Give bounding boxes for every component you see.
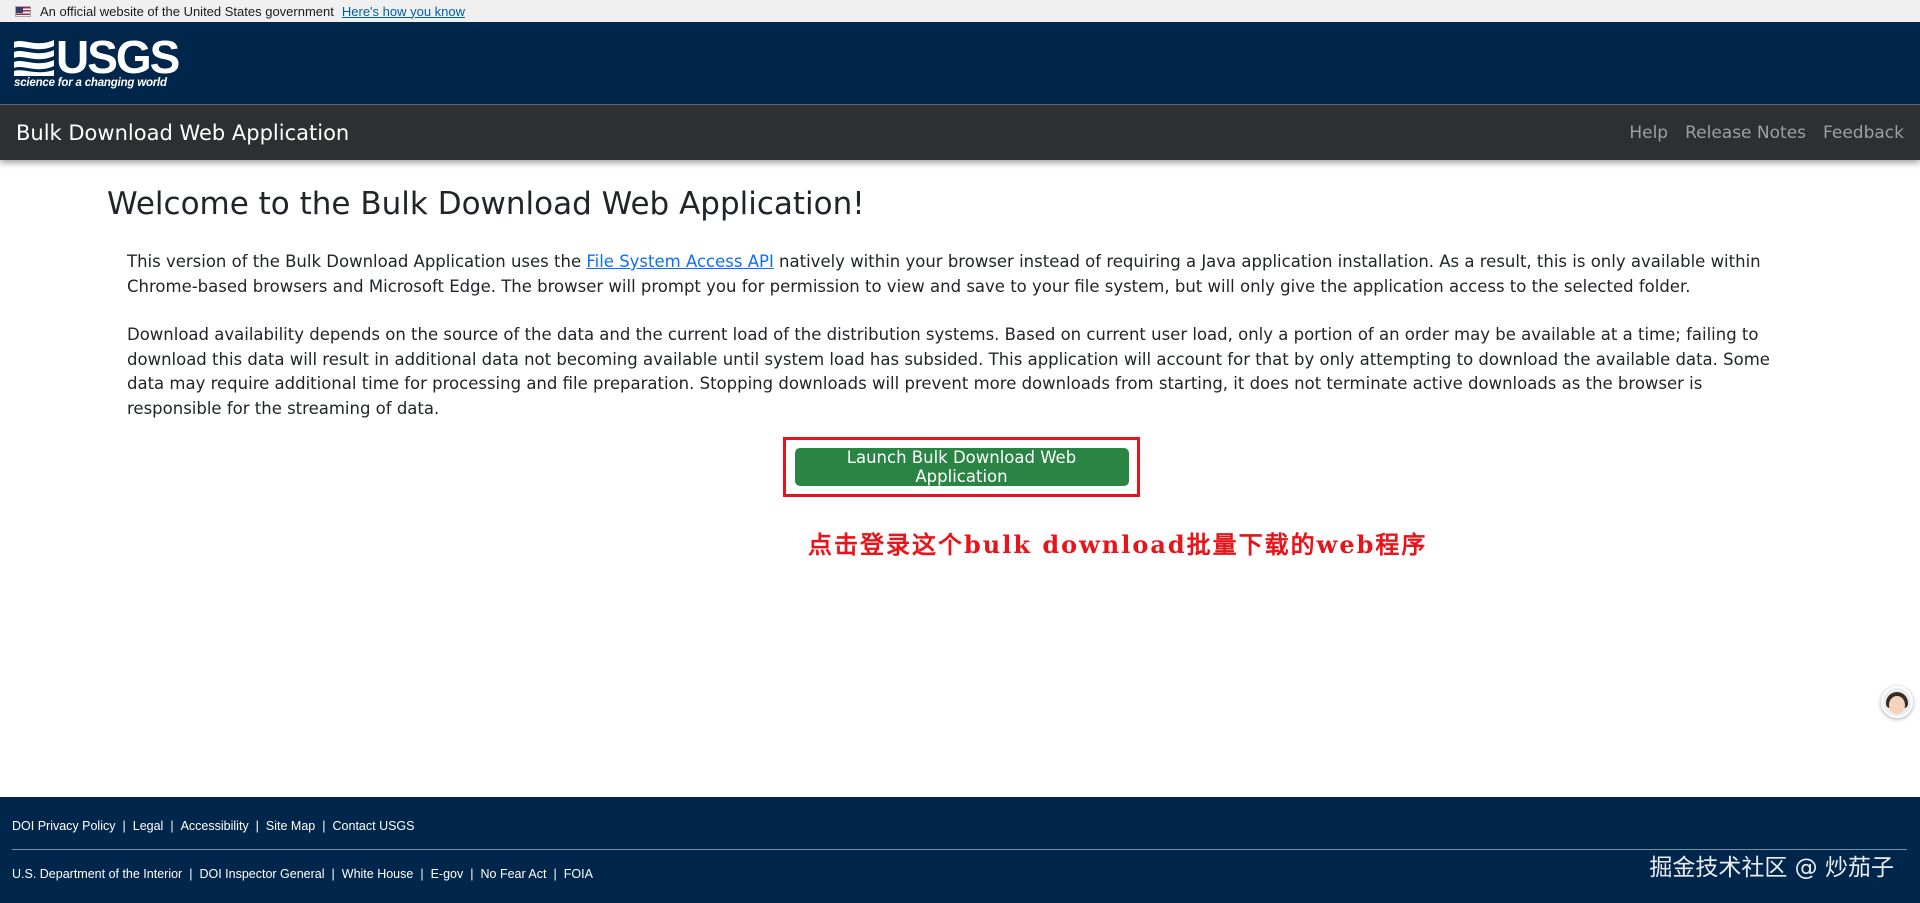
usgs-waves-icon [14,40,54,76]
footer-links-row-2: U.S. Department of the Interior | DOI Ins… [12,867,593,881]
footer-link-legal[interactable]: Legal [133,819,164,833]
footer-link-no-fear-act[interactable]: No Fear Act [481,867,547,881]
app-title[interactable]: Bulk Download Web Application [16,121,349,145]
nav-link-feedback[interactable]: Feedback [1823,123,1904,143]
footer: DOI Privacy Policy | Legal | Accessibility… [0,797,1920,903]
main-content: Welcome to the Bulk Download Web Applica… [0,186,1920,421]
footer-link-egov[interactable]: E-gov [431,867,464,881]
p1-text-before: This version of the Bulk Download Applic… [127,252,587,271]
usgs-logo-text: USGS [56,31,180,83]
footer-link-site-map[interactable]: Site Map [266,819,315,833]
footer-link-contact[interactable]: Contact USGS [333,819,415,833]
intro-text: This version of the Bulk Download Applic… [107,250,1787,421]
footer-link-white-house[interactable]: White House [342,867,414,881]
nav-link-release-notes[interactable]: Release Notes [1685,123,1806,143]
gov-banner-text: An official website of the United States… [40,3,334,19]
launch-button-highlight: Launch Bulk Download Web Application [783,437,1140,497]
footer-link-doi[interactable]: U.S. Department of the Interior [12,867,182,881]
gov-banner: An official website of the United States… [0,0,1920,22]
watermark: 掘金技术社区 @ 炒茄子 [1649,855,1894,881]
assistant-avatar-icon[interactable] [1881,686,1913,718]
launch-bulk-download-button[interactable]: Launch Bulk Download Web Application [794,448,1129,486]
footer-link-accessibility[interactable]: Accessibility [181,819,249,833]
intro-paragraph-1: This version of the Bulk Download Applic… [127,250,1787,299]
file-system-access-api-link[interactable]: File System Access API [586,252,773,271]
usgs-header: USGS science for a changing world [0,22,1920,104]
app-navbar: Bulk Download Web Application Help Relea… [0,104,1920,160]
nav-links: Help Release Notes Feedback [1629,123,1904,143]
footer-link-foia[interactable]: FOIA [564,867,593,881]
nav-link-help[interactable]: Help [1629,123,1668,143]
usgs-logo[interactable]: USGS science for a changing world [14,31,180,89]
us-flag-icon [15,5,31,17]
how-you-know-link[interactable]: Here's how you know [342,4,465,19]
footer-link-inspector-general[interactable]: DOI Inspector General [199,867,324,881]
intro-paragraph-2: Download availability depends on the sou… [127,325,1770,418]
usgs-tagline: science for a changing world [14,77,167,89]
annotation-text: 点击登录这个bulk download批量下载的web程序 [808,530,1428,559]
page-title: Welcome to the Bulk Download Web Applica… [107,186,865,222]
footer-link-privacy[interactable]: DOI Privacy Policy [12,819,116,833]
footer-links-row-1: DOI Privacy Policy | Legal | Accessibility… [12,819,415,833]
